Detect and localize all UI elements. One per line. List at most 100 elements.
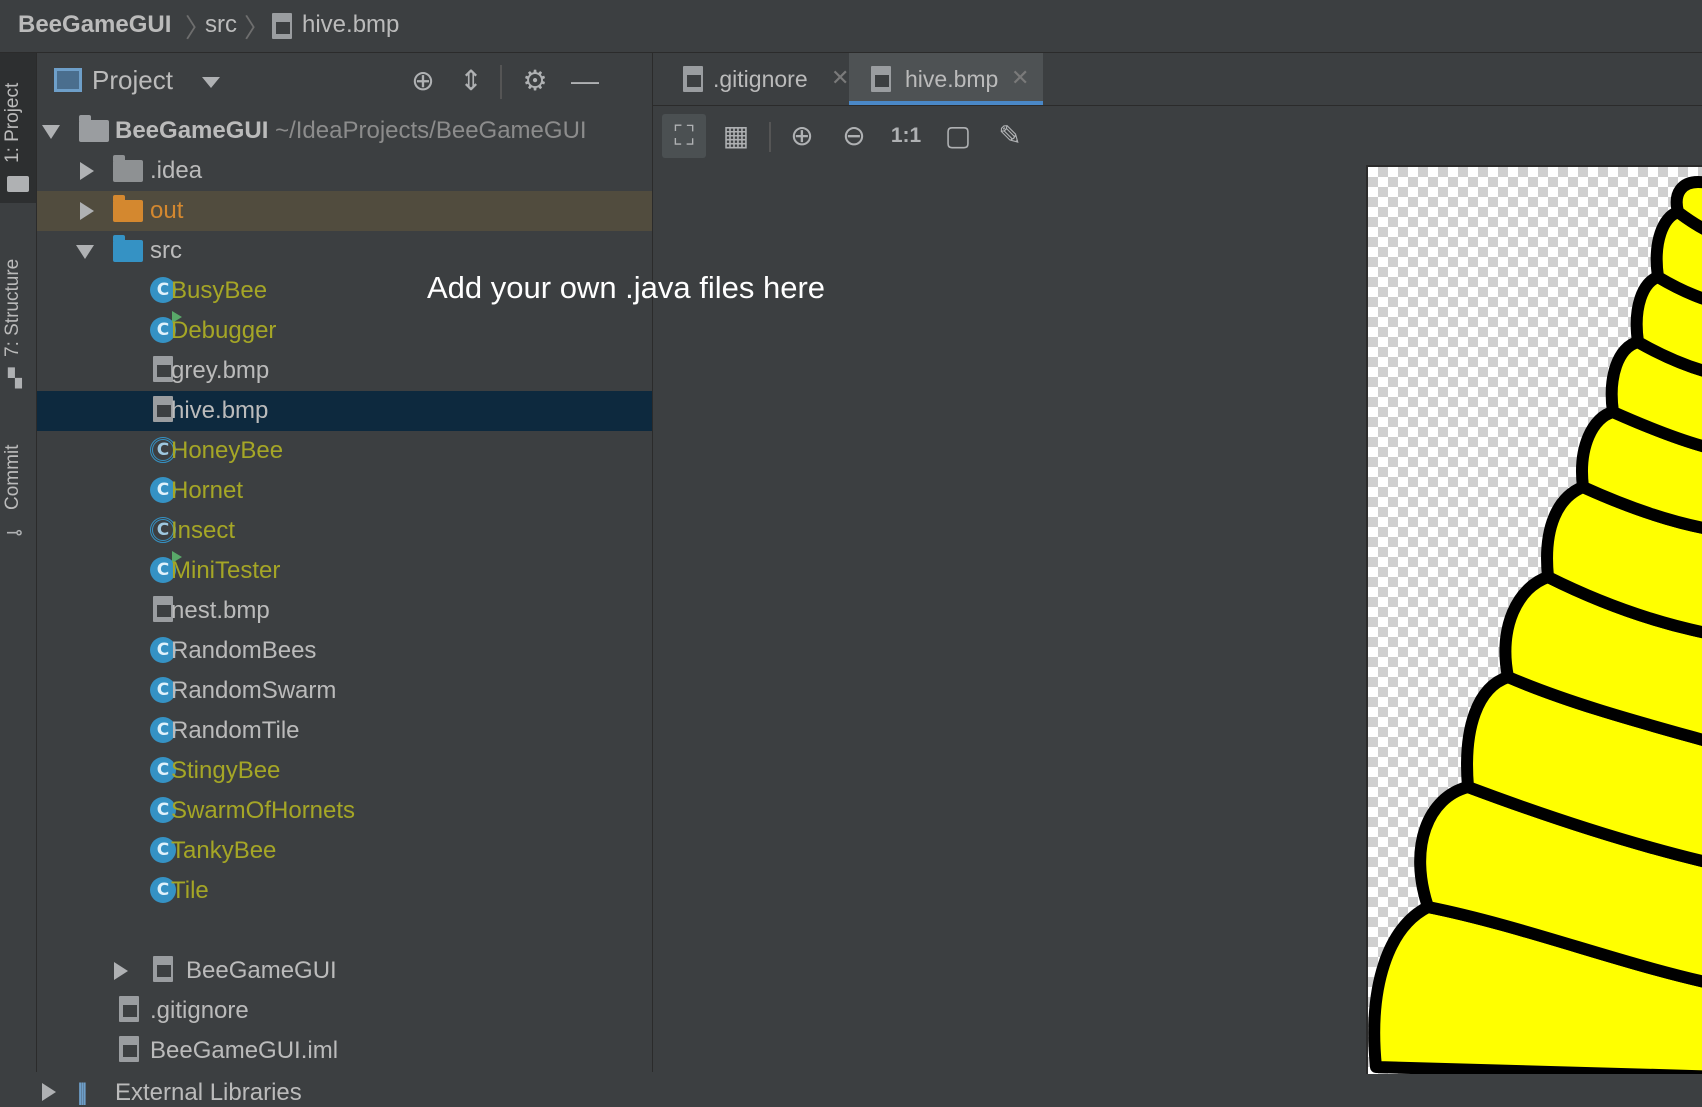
- tree-file-label: nest.bmp: [171, 597, 270, 624]
- grid-icon[interactable]: ▦: [714, 114, 758, 158]
- expand-arrow-icon[interactable]: [76, 245, 94, 259]
- tree-row-package[interactable]: BeeGameGUI: [37, 951, 652, 991]
- tree-row-file[interactable]: C Hornet: [37, 471, 652, 511]
- tree-file-label: hive.bmp: [171, 397, 269, 424]
- breadcrumb-folder[interactable]: src: [205, 10, 237, 40]
- tree-row-file[interactable]: C RandomBees: [37, 631, 652, 671]
- image-file-icon: [153, 396, 173, 422]
- tree-file-label: StingyBee: [171, 757, 281, 784]
- tree-row-file[interactable]: C Debugger: [37, 311, 652, 351]
- zoom-in-icon[interactable]: ⊕: [780, 114, 824, 158]
- close-icon[interactable]: ✕: [1011, 65, 1029, 91]
- expand-arrow-icon[interactable]: [42, 125, 60, 139]
- tree-file-label: Insect: [171, 517, 236, 544]
- tree-file-label: Debugger: [171, 317, 277, 344]
- expand-arrow-icon[interactable]: [80, 202, 94, 220]
- annotation-text: Add your own .java files here: [427, 270, 826, 305]
- tree-row-file[interactable]: C RandomTile: [37, 711, 652, 751]
- image-file-icon: [871, 66, 891, 92]
- close-icon[interactable]: ✕: [831, 65, 849, 91]
- fit-zoom-icon[interactable]: ⛶: [662, 114, 706, 158]
- ignore-file-icon: [119, 996, 139, 1022]
- tree-row-idea[interactable]: .idea: [37, 151, 652, 191]
- external-label: External Libraries: [115, 1079, 302, 1106]
- color-picker-icon[interactable]: ✎: [988, 114, 1032, 158]
- tree-row-gitignore[interactable]: .gitignore: [37, 991, 652, 1031]
- source-folder-icon: [113, 235, 143, 262]
- tree-file-label: Tile: [171, 877, 209, 904]
- toolbar-divider: [769, 122, 771, 152]
- tree-file-label: MiniTester: [171, 557, 281, 584]
- folder-icon: [113, 195, 143, 222]
- expand-arrow-icon[interactable]: [80, 162, 94, 180]
- tree-row-file[interactable]: C Tile: [37, 871, 652, 911]
- tree-row-file[interactable]: C Insect: [37, 511, 652, 551]
- tree-row-file[interactable]: C TankyBee: [37, 831, 652, 871]
- chevron-right-icon: 〉: [244, 13, 271, 43]
- breadcrumb: BeeGameGUI 〉 src 〉 hive.bmp: [0, 0, 1702, 53]
- gear-icon[interactable]: ⚙: [517, 63, 553, 99]
- image-file-icon: [153, 596, 173, 622]
- project-panel: Project ⊕ ⇕ ⚙ — BeeGameGUI ~/IdeaProject…: [37, 53, 653, 1106]
- tree-row-src[interactable]: src: [37, 231, 652, 271]
- tab-hive-bmp[interactable]: hive.bmp ✕: [849, 53, 1043, 105]
- src-label: src: [150, 237, 182, 264]
- folder-icon: [113, 155, 143, 182]
- locate-icon[interactable]: ⊕: [405, 63, 441, 99]
- collapse-all-icon[interactable]: ⇕: [453, 63, 489, 99]
- folder-icon: [7, 176, 29, 192]
- tree-row-file[interactable]: grey.bmp: [37, 351, 652, 391]
- module-folder-icon: [79, 115, 109, 142]
- expand-arrow-icon[interactable]: [114, 962, 128, 980]
- breadcrumb-project[interactable]: BeeGameGUI: [18, 10, 171, 40]
- tree-row-file[interactable]: C MiniTester: [37, 551, 652, 591]
- tree-row-file[interactable]: C StingyBee: [37, 751, 652, 791]
- tree-file-label: TankyBee: [171, 837, 277, 864]
- minimize-icon[interactable]: —: [567, 63, 603, 99]
- expand-arrow-icon[interactable]: [42, 1083, 56, 1101]
- tree-file-label: RandomBees: [171, 637, 317, 664]
- library-icon: |||: [77, 1079, 88, 1106]
- panel-header: Project ⊕ ⇕ ⚙ —: [37, 53, 652, 109]
- tree-row-root[interactable]: BeeGameGUI ~/IdeaProjects/BeeGameGUI: [37, 111, 652, 151]
- root-label: BeeGameGUI ~/IdeaProjects/BeeGameGUI: [115, 117, 587, 144]
- package-icon: [153, 956, 173, 982]
- chevron-down-icon[interactable]: [202, 77, 220, 88]
- tree-row-iml[interactable]: BeeGameGUI.iml: [37, 1031, 652, 1071]
- tree-row-file[interactable]: C HoneyBee: [37, 431, 652, 471]
- tree-row-out[interactable]: out: [37, 191, 652, 231]
- actual-size-button[interactable]: 1:1: [884, 114, 928, 158]
- background-icon[interactable]: ▢: [936, 114, 980, 158]
- tree-row-file[interactable]: C SwarmOfHornets: [37, 791, 652, 831]
- toolbar-divider: [500, 65, 502, 99]
- tree-row-file[interactable]: hive.bmp: [37, 391, 652, 431]
- image-canvas[interactable]: [1366, 165, 1702, 1074]
- tab-gitignore[interactable]: .gitignore ✕: [671, 53, 851, 105]
- tool-tab-commit[interactable]: Commit ⊸: [0, 415, 36, 550]
- tab-gitignore-label: .gitignore: [713, 66, 808, 92]
- image-file-icon: [153, 356, 173, 382]
- tool-tab-structure[interactable]: 7: Structure ▚: [0, 230, 36, 390]
- project-view-icon: [54, 68, 82, 92]
- tree-row-file[interactable]: nest.bmp: [37, 591, 652, 631]
- tree-file-label: Hornet: [171, 477, 244, 504]
- panel-title[interactable]: Project: [92, 65, 173, 96]
- tree-file-label: RandomSwarm: [171, 677, 337, 704]
- hive-image: [1368, 176, 1702, 1074]
- out-label: out: [150, 197, 184, 224]
- iml-label: BeeGameGUI.iml: [150, 1037, 339, 1064]
- gitignore-label: .gitignore: [150, 997, 249, 1024]
- tree-file-label: HoneyBee: [171, 437, 284, 464]
- tree-file-label: SwarmOfHornets: [171, 797, 356, 824]
- tree-file-label: grey.bmp: [171, 357, 270, 384]
- tree-row-file[interactable]: C RandomSwarm: [37, 671, 652, 711]
- tool-tab-commit-label: Commit: [2, 444, 23, 510]
- tree-file-label: BusyBee: [171, 277, 268, 304]
- tool-tab-project-label: 1: Project: [2, 82, 23, 163]
- zoom-out-icon[interactable]: ⊖: [832, 114, 876, 158]
- breadcrumb-file[interactable]: hive.bmp: [302, 10, 399, 40]
- package-label: BeeGameGUI: [186, 957, 337, 984]
- commit-icon: ⊸: [6, 522, 23, 544]
- tool-tab-project[interactable]: 1: Project: [0, 53, 36, 203]
- tool-tab-structure-label: 7: Structure: [2, 258, 23, 357]
